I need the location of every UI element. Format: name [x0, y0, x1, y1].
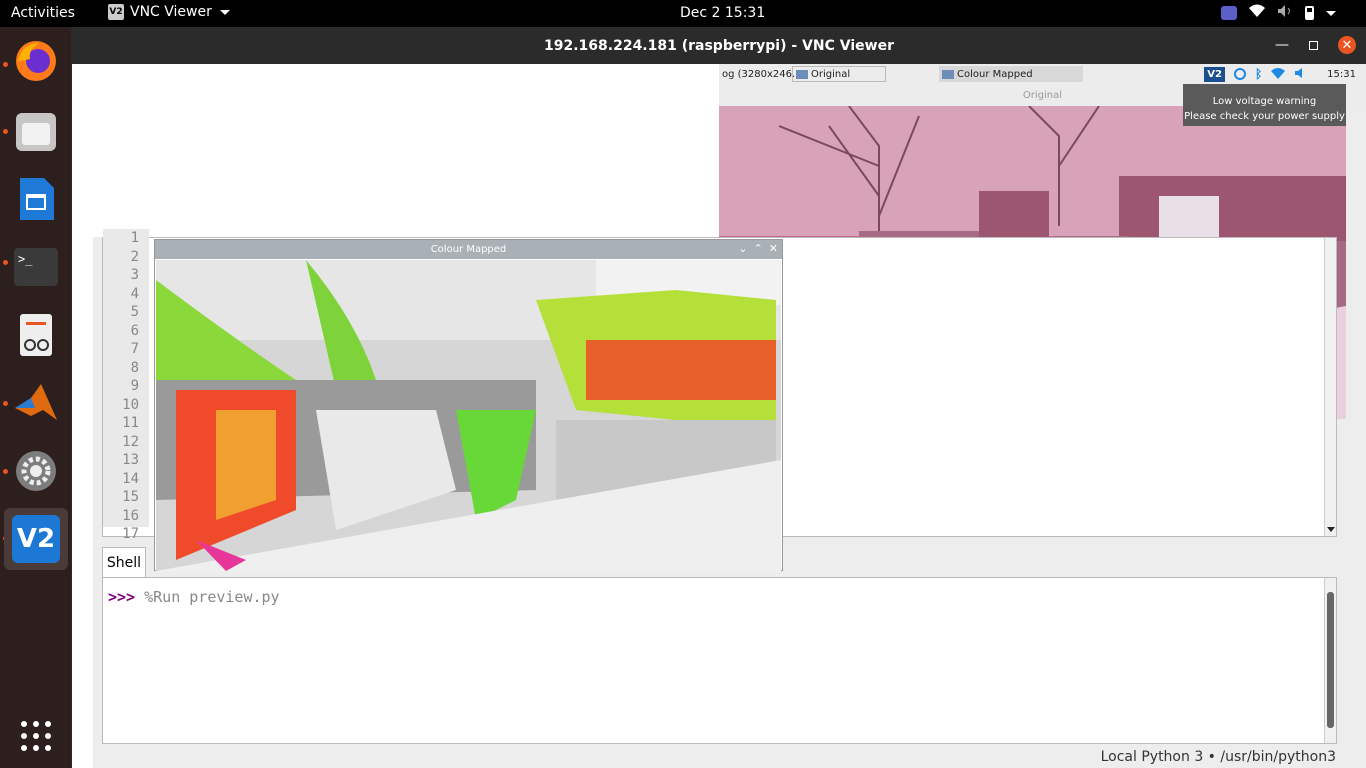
shell-scrollbar[interactable] — [1324, 578, 1336, 743]
chevron-down-icon[interactable] — [1327, 527, 1335, 532]
show-applications-icon[interactable] — [12, 712, 60, 760]
line-number: 6 — [130, 322, 139, 339]
line-number-gutter: 1 2 3 4 5 6 7 8 9 10 11 12 13 14 15 16 17 — [103, 229, 149, 542]
app-menu[interactable]: V2 VNC Viewer — [108, 4, 230, 20]
low-voltage-warning[interactable]: Low voltage warning Please check your po… — [1183, 84, 1346, 126]
chevron-down-icon[interactable] — [1326, 10, 1336, 16]
taskbar-item-colour-mapped[interactable]: Colour Mapped — [939, 66, 1083, 82]
tab-shell[interactable]: Shell — [102, 547, 146, 577]
colour-mapped-image — [156, 260, 781, 571]
maximize-button[interactable] — [1309, 40, 1318, 50]
volume-icon[interactable] — [1294, 67, 1308, 82]
taskbar-item-label: Colour Mapped — [957, 68, 1033, 80]
line-number: 11 — [122, 415, 139, 431]
shell-prompt: >>> — [108, 588, 136, 606]
line-number: 15 — [122, 489, 139, 505]
rpi-clock: 15:31 — [1327, 68, 1356, 80]
line-number: 13 — [122, 452, 139, 468]
window-icon — [796, 69, 808, 79]
chevron-down-icon — [219, 9, 230, 15]
line-number: 8 — [130, 359, 139, 376]
colour-mapped-window[interactable]: Colour Mapped ⌄ ⌃ ✕ — [154, 239, 783, 571]
battery-icon[interactable] — [1305, 6, 1314, 20]
blank-window-area — [93, 64, 719, 237]
taskbar-item-label: Original — [811, 68, 851, 80]
vnc-viewer-icon[interactable]: V2 — [4, 508, 68, 570]
vnc-app-icon: V2 — [108, 4, 124, 20]
taskbar-item-label: og (3280x246... — [722, 68, 802, 80]
running-indicator — [3, 260, 8, 265]
wifi-icon[interactable] — [1271, 67, 1286, 82]
colour-mapped-title: Colour Mapped — [430, 244, 507, 255]
interpreter-status[interactable]: Local Python 3 • /usr/bin/python3 — [1101, 749, 1336, 765]
line-number: 7 — [130, 341, 139, 357]
line-number: 3 — [130, 267, 139, 283]
minimize-button[interactable]: — — [1275, 37, 1289, 53]
teams-icon[interactable] — [1221, 6, 1237, 20]
vnc-viewer-window: 192.168.224.181 (raspberrypi) - VNC View… — [72, 27, 1366, 768]
running-indicator — [3, 401, 8, 406]
running-indicator — [3, 62, 8, 67]
window-title: 192.168.224.181 (raspberrypi) - VNC View… — [544, 37, 894, 54]
top-bar: Activities V2 VNC Viewer Dec 2 15:31 — [0, 0, 1366, 27]
clock[interactable]: Dec 2 15:31 — [680, 5, 765, 21]
line-number: 9 — [130, 378, 139, 394]
shell-command: %Run preview.py — [144, 588, 280, 606]
libreoffice-writer-icon[interactable] — [12, 175, 60, 223]
taskbar-item-original[interactable]: Original — [792, 66, 886, 82]
line-number: 16 — [122, 507, 139, 524]
rpi-taskbar: og (3280x246... Original Colour Mapped V… — [719, 64, 1366, 84]
wifi-icon[interactable] — [1249, 4, 1265, 22]
colour-mapped-titlebar[interactable]: Colour Mapped ⌄ ⌃ ✕ — [155, 240, 782, 259]
app-menu-label: VNC Viewer — [130, 4, 212, 20]
shell-line: >>> %Run preview.py — [108, 588, 280, 606]
system-tray[interactable] — [1221, 4, 1336, 22]
window-icon — [942, 69, 954, 79]
running-indicator — [3, 469, 8, 474]
close-icon[interactable]: ✕ — [769, 242, 778, 255]
line-number: 5 — [130, 304, 139, 320]
maximize-icon[interactable]: ⌃ — [754, 242, 763, 255]
firefox-icon[interactable] — [12, 37, 60, 85]
line-number: 10 — [122, 396, 139, 413]
line-number: 2 — [130, 248, 139, 265]
warning-text: Please check your power supply — [1184, 111, 1345, 122]
editor-scrollbar[interactable] — [1324, 238, 1336, 536]
dock: >_ V2 — [0, 27, 71, 768]
line-number: 17 — [122, 526, 139, 542]
shell-console[interactable]: >>> %Run preview.py — [102, 577, 1337, 744]
settings-icon[interactable] — [12, 447, 60, 495]
scrollbar-thumb[interactable] — [1327, 592, 1334, 728]
line-number: 14 — [122, 470, 139, 487]
warning-title: Low voltage warning — [1212, 96, 1317, 107]
matlab-icon[interactable] — [12, 379, 60, 427]
volume-icon[interactable] — [1277, 4, 1293, 22]
line-number: 4 — [130, 285, 139, 302]
bluetooth-icon[interactable]: ᛒ — [1255, 67, 1262, 81]
remote-desktop[interactable]: og (3280x246... Original Colour Mapped V… — [93, 64, 1366, 768]
running-indicator — [3, 129, 8, 134]
minimize-icon[interactable]: ⌄ — [738, 242, 747, 255]
line-number: 12 — [122, 433, 139, 450]
files-icon[interactable] — [12, 107, 60, 155]
activities-button[interactable]: Activities — [11, 5, 75, 21]
terminal-icon[interactable]: >_ — [12, 243, 60, 291]
window-titlebar[interactable]: 192.168.224.181 (raspberrypi) - VNC View… — [72, 27, 1366, 64]
line-number: 1 — [130, 230, 139, 246]
close-button[interactable]: ✕ — [1338, 36, 1356, 54]
document-viewer-icon[interactable] — [12, 311, 60, 359]
update-icon[interactable] — [1233, 68, 1246, 80]
vnc-badge[interactable]: V2 — [1204, 66, 1225, 82]
